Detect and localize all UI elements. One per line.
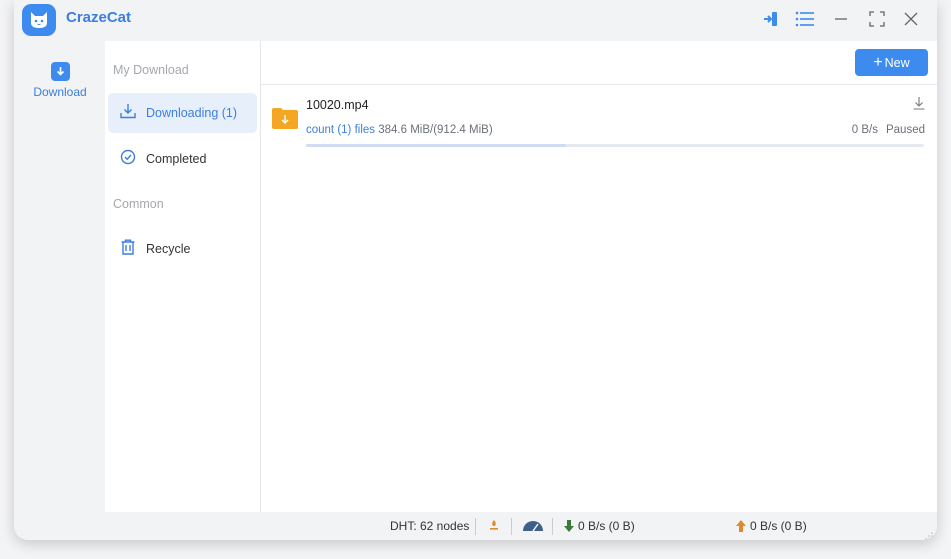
- trash-icon: [120, 239, 136, 260]
- new-button-label: New: [884, 55, 910, 70]
- torch-icon[interactable]: [488, 512, 500, 540]
- task-name: 10020.mp4: [306, 98, 369, 112]
- section-my-download: My Download: [113, 63, 189, 77]
- task-size: 384.6 MiB/(912.4 MiB): [378, 124, 493, 136]
- plus-icon: +: [873, 53, 883, 71]
- divider: [511, 518, 512, 535]
- new-button[interactable]: + New: [855, 49, 928, 76]
- download-speed: 0 B/s (0 B): [564, 512, 635, 540]
- resize-grip-icon[interactable]: [925, 529, 933, 540]
- download-tray-icon: [120, 103, 136, 124]
- list-menu-icon[interactable]: [794, 8, 816, 30]
- task-status: 0 B/s Paused: [852, 124, 925, 136]
- sidebar-item-label: Completed: [146, 152, 207, 166]
- minimize-icon[interactable]: [830, 8, 852, 30]
- download-icon[interactable]: [912, 96, 928, 112]
- sidebar-item-label: Downloading (1): [146, 106, 238, 120]
- divider: [475, 518, 476, 535]
- app-title: CrazeCat: [66, 9, 132, 26]
- sidebar-item-completed[interactable]: Completed: [108, 139, 257, 179]
- task-file-count[interactable]: count (1) files: [306, 124, 375, 136]
- speedometer-icon[interactable]: [522, 512, 544, 540]
- rail-download-label: Download: [33, 85, 87, 99]
- divider: [552, 518, 553, 535]
- task-row[interactable]: 10020.mp4 count (1) files 384.6 MiB/(912…: [261, 91, 937, 151]
- exit-icon[interactable]: [760, 8, 782, 30]
- check-circle-icon: [120, 149, 136, 170]
- folder-download-icon: [272, 107, 298, 129]
- maximize-icon[interactable]: [866, 8, 888, 30]
- close-icon[interactable]: [900, 8, 922, 30]
- arrow-down-icon: [564, 520, 574, 532]
- toolbar: + New: [261, 41, 937, 85]
- sidebar-item-label: Recycle: [146, 242, 191, 256]
- section-common: Common: [113, 197, 164, 211]
- main-panel: + New 10020.mp4 count (1) files 384.6 Mi…: [260, 41, 937, 512]
- download-box-icon: [50, 62, 70, 81]
- app-window: CrazeCat Download My Download Downloadin…: [14, 0, 937, 540]
- title-bar: CrazeCat: [14, 0, 937, 38]
- upload-speed: 0 B/s (0 B): [736, 512, 807, 540]
- dht-status: DHT: 62 nodes: [390, 519, 470, 533]
- task-state: Paused: [885, 124, 925, 136]
- task-speed: 0 B/s: [851, 124, 878, 136]
- sidebar-item-recycle[interactable]: Recycle: [108, 229, 257, 269]
- task-progress-fill: [306, 144, 566, 147]
- download-speed-value: 0 B/s (0 B): [578, 519, 635, 533]
- upload-speed-value: 0 B/s (0 B): [750, 519, 807, 533]
- status-bar: DHT: 62 nodes 0 B/s (0 B) 0 B/s (0 B): [14, 512, 937, 540]
- task-progress-bar: [306, 144, 924, 147]
- task-meta: count (1) files 384.6 MiB/(912.4 MiB): [306, 124, 493, 136]
- cat-logo-icon: [22, 4, 56, 36]
- arrow-up-icon: [736, 520, 746, 532]
- sidebar-item-downloading[interactable]: Downloading (1): [108, 93, 257, 133]
- rail-download[interactable]: Download: [28, 62, 92, 106]
- sidebar: My Download Downloading (1) Completed Co…: [105, 41, 260, 512]
